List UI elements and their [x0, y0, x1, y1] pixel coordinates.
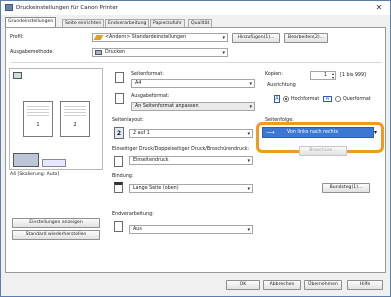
window-title: Druckeinstellungen für Canon Printer: [16, 5, 118, 11]
preview-page-2: 2: [60, 101, 90, 137]
output-format-label: Ausgabeformat:: [131, 94, 170, 99]
printer-icon: [5, 4, 13, 11]
apply-button[interactable]: Übernehmen: [304, 280, 342, 290]
output-method-label: Ausgabemethode:: [10, 50, 54, 55]
chevron-down-icon: ▾: [249, 104, 252, 110]
page-layout-value: 2 auf 1: [133, 131, 150, 136]
settings-panel: Profil: <Ändern> Standardeinstellungen ▾ …: [5, 27, 386, 273]
binding-value: Lange Seite (oben): [133, 186, 179, 191]
chevron-down-icon: ▾: [247, 131, 250, 137]
copies-value: 1: [323, 73, 327, 78]
portrait-radio[interactable]: [283, 96, 289, 102]
printer-small-icon: [95, 50, 102, 55]
cancel-button[interactable]: Abbrechen: [263, 280, 301, 290]
profile-select[interactable]: <Ändern> Standardeinstellungen ▾: [92, 33, 228, 42]
chevron-down-icon: ▾: [247, 227, 250, 233]
binding-label: Bindung:: [112, 174, 134, 179]
chevron-down-icon: ▾: [222, 50, 225, 56]
output-method-select[interactable]: Drucken ▾: [92, 48, 228, 57]
preview-caption: A4 [Skalierung: Auto]: [10, 172, 60, 177]
title-bar: Druckeinstellungen für Canon Printer ✕: [1, 1, 390, 15]
arrow-right-icon: ⟶: [266, 129, 275, 136]
output-method-value: Drucken: [105, 50, 125, 55]
chevron-down-icon: ▾: [247, 158, 250, 164]
profile-label: Profil:: [10, 35, 24, 40]
chevron-down-icon: ▾: [249, 81, 252, 87]
page-order-value: Von links nach rechts: [287, 130, 338, 135]
chevron-down-icon: ▾: [222, 35, 225, 41]
page-number-1: 1: [36, 122, 40, 128]
landscape-icon: A: [323, 96, 332, 102]
output-format-icon: [115, 93, 124, 104]
layout-2up-icon: 2: [114, 127, 124, 139]
page-order-select[interactable]: ⟶ Von links nach rechts: [262, 127, 374, 138]
edit-profile-button[interactable]: Bearbeiten(2)...: [284, 33, 328, 43]
page-format-icon: [115, 72, 124, 83]
page-format-label: Seitenformat:: [131, 72, 164, 77]
portrait-icon: A: [274, 95, 280, 103]
chevron-down-icon[interactable]: ▾: [374, 127, 377, 138]
add-profile-button[interactable]: Hinzufügen(1)...: [232, 33, 280, 43]
preview-toggle-icon[interactable]: [13, 72, 22, 79]
show-settings-button[interactable]: Einstellungen anzeigen: [12, 218, 100, 228]
paper-stack-icon: [42, 159, 66, 167]
help-button[interactable]: Hilfe: [347, 280, 383, 290]
pencil-icon: [93, 35, 104, 40]
binding-icon: [114, 182, 123, 193]
divider: [10, 62, 382, 63]
restore-defaults-button[interactable]: Standard wiederherstellen: [12, 230, 100, 240]
copies-spinner[interactable]: 1 ▴ ▾: [310, 71, 336, 80]
orientation-label: Ausrichtung: [267, 83, 296, 88]
duplex-label: Einseitiger Druck/Doppelseitiger Druck/B…: [112, 147, 250, 152]
page-number-2: 2: [73, 122, 77, 128]
ok-button[interactable]: OK: [226, 280, 260, 290]
duplex-value: Einseitendruck: [133, 158, 169, 163]
layout-preview: 1 2: [9, 68, 103, 170]
landscape-radio[interactable]: [335, 96, 341, 102]
profile-value: <Ändern> Standardeinstellungen: [105, 35, 187, 40]
output-format-value: An Seitenformat anpassen: [135, 104, 199, 109]
copies-range: [1 bis 999]: [340, 73, 366, 78]
print-settings-window: Druckeinstellungen für Canon Printer ✕ G…: [0, 0, 391, 297]
finishing-select[interactable]: Aus ▾: [129, 225, 253, 234]
page-format-value: A4: [135, 81, 142, 86]
gutter-button[interactable]: Bundsteg(1)...: [322, 183, 370, 193]
spin-arrows-icon: ▴ ▾: [331, 71, 334, 80]
preview-page-1: 1: [23, 101, 53, 137]
duplex-select[interactable]: Einseitendruck ▾: [129, 156, 253, 165]
page-format-select[interactable]: A4 ▾: [131, 79, 255, 88]
copies-label: Kopien:: [265, 72, 283, 77]
one-sided-icon: [114, 156, 123, 167]
portrait-label: Hochformat: [291, 97, 320, 102]
finishing-icon: [114, 221, 123, 232]
binding-select[interactable]: Lange Seite (oben) ▾: [129, 184, 253, 193]
page-layout-select[interactable]: 2 auf 1 ▾: [129, 129, 253, 138]
finishing-label: Endverarbeitung:: [112, 212, 154, 217]
brochure-button[interactable]: Broschüre...: [299, 146, 347, 156]
output-format-select[interactable]: An Seitenformat anpassen ▾: [131, 102, 255, 111]
page-layout-label: Seitenlayout:: [112, 118, 144, 123]
close-button[interactable]: ✕: [372, 3, 386, 13]
dialog-footer: OK Abbrechen Übernehmen Hilfe: [1, 275, 390, 297]
finishing-value: Aus: [133, 227, 142, 232]
chevron-down-icon: ▾: [247, 186, 250, 192]
printer-preview-icon: [13, 153, 39, 167]
landscape-label: Querformat: [343, 97, 371, 102]
